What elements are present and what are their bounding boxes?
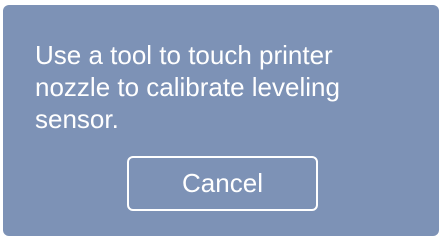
cancel-button[interactable]: Cancel [127,156,318,211]
dialog-message: Use a tool to touch printer nozzle to ca… [35,40,340,134]
calibration-dialog: Use a tool to touch printer nozzle to ca… [3,5,439,236]
